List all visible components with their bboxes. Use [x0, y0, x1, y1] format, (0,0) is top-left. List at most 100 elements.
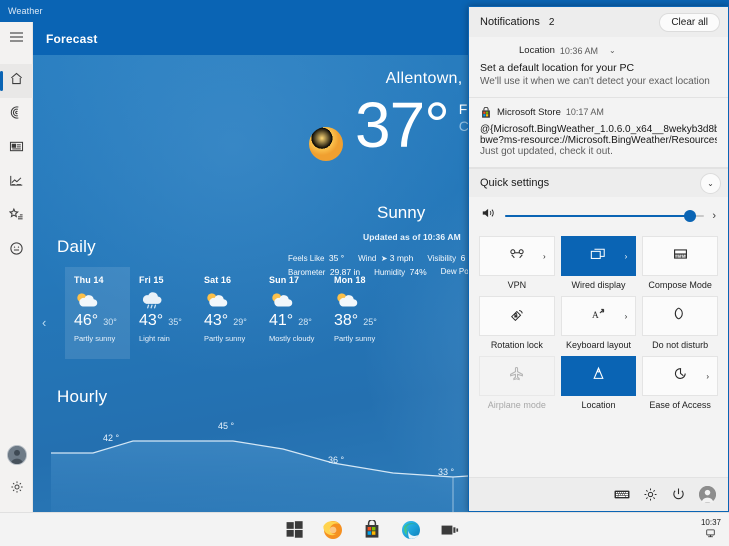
daily-card-1[interactable]: Fri 15 43° 35° Light rain: [130, 267, 195, 359]
wired-display-button[interactable]: ›: [560, 236, 637, 276]
input-indicator-icon[interactable]: [706, 528, 716, 542]
start-button[interactable]: [283, 519, 305, 541]
day-temps: 43° 29°: [204, 312, 260, 330]
page-title: Forecast: [46, 31, 98, 46]
collapse-chevron-icon[interactable]: ⌄: [700, 172, 721, 194]
chevron-right-icon[interactable]: ›: [543, 252, 546, 261]
notification-title: @{Microsoft.BingWeather_1.0.6.0_x64__8we…: [480, 124, 717, 135]
rotation-lock-icon: [509, 307, 525, 326]
day-temps: 41° 28°: [269, 312, 325, 330]
chevron-right-icon[interactable]: ›: [706, 372, 709, 381]
navigation-sidebar: [0, 22, 33, 512]
rotation-lock-button[interactable]: [479, 296, 555, 336]
sidebar-item-forecast[interactable]: [0, 64, 33, 98]
power-icon[interactable]: [671, 487, 686, 502]
day-temps: 43° 35°: [139, 312, 195, 330]
task-view-button[interactable]: [439, 519, 461, 541]
sidebar-item-favorites[interactable]: [0, 200, 33, 234]
settings-gear-icon[interactable]: [643, 487, 658, 502]
hamburger-menu[interactable]: [0, 22, 33, 56]
notification-header: Location 10:36 AM ⌄: [480, 45, 717, 56]
airplane-mode-button[interactable]: [479, 356, 555, 396]
day-label: Sat 16: [204, 275, 232, 285]
quick-tile-location[interactable]: Location: [560, 356, 637, 410]
hourly-label-3: 33 °: [438, 467, 455, 477]
news-icon: [9, 140, 24, 158]
chevron-right-icon[interactable]: ›: [625, 252, 628, 261]
detail-dew-point: Dew Poi: [440, 267, 471, 276]
daily-prev-button[interactable]: ‹: [42, 315, 46, 330]
sidebar-item-feedback[interactable]: [0, 234, 33, 268]
day-high: 41°: [269, 312, 294, 329]
do-not-disturb-button[interactable]: [642, 296, 718, 336]
location-button[interactable]: [560, 356, 637, 396]
keyboard-layout-button[interactable]: A ›: [560, 296, 637, 336]
quick-tile-keyboard-layout[interactable]: A › Keyboard layout: [560, 296, 637, 350]
quick-tile-compose-mode[interactable]: Compose Mode: [642, 236, 718, 290]
quick-tile-wired-display[interactable]: › Wired display: [560, 236, 637, 290]
chevron-right-icon[interactable]: ›: [625, 312, 628, 321]
quick-settings-footer: [469, 477, 728, 511]
notification-item-store[interactable]: Microsoft Store 10:17 AM @{Microsoft.Bin…: [469, 98, 728, 168]
daily-forecast-strip: Thu 14 46° 30° Partly sunny Fri 15 43° 3…: [65, 267, 390, 359]
notifications-count: 2: [548, 16, 555, 28]
quick-tile-airplane-mode[interactable]: Airplane mode: [479, 356, 555, 410]
day-description: Partly sunny: [74, 334, 116, 343]
screen: Weather – ✕: [0, 0, 729, 546]
vpn-button[interactable]: ›: [479, 236, 555, 276]
compose-mode-button[interactable]: [642, 236, 718, 276]
notifications-list: Location 10:36 AM ⌄ Set a default locati…: [469, 37, 728, 168]
keyboard-icon[interactable]: [614, 489, 630, 500]
taskbar-clock[interactable]: 10:37: [701, 518, 721, 529]
hourly-label-1: 45 °: [218, 421, 235, 431]
volume-expand-chevron-icon[interactable]: ›: [712, 210, 716, 222]
quick-settings-title: Quick settings: [480, 177, 550, 189]
volume-slider[interactable]: [505, 209, 705, 222]
sidebar-account-avatar[interactable]: [0, 438, 33, 472]
microsoft-store-taskbar-button[interactable]: [361, 519, 383, 541]
ease-of-access-button[interactable]: ›: [642, 356, 718, 396]
taskbar-system-tray[interactable]: 10:37: [701, 518, 721, 542]
gear-icon: [10, 480, 24, 499]
notification-body: We'll use it when we can't detect your e…: [480, 76, 710, 87]
quick-tile-vpn[interactable]: › VPN: [479, 236, 555, 290]
daily-card-0[interactable]: Thu 14 46° 30° Partly sunny: [65, 267, 130, 359]
detail-wind: Wind ➤ 3 mph: [358, 253, 414, 263]
daily-card-4[interactable]: Mon 18 38° 25° Partly sunny: [325, 267, 390, 359]
tile-label: Wired display: [571, 280, 626, 290]
quick-tile-ease-of-access[interactable]: › Ease of Access: [642, 356, 718, 410]
radar-icon: [9, 105, 24, 125]
chevron-down-icon[interactable]: ⌄: [609, 46, 616, 55]
detail-visibility: Visibility 6: [427, 253, 466, 263]
firefox-taskbar-button[interactable]: [322, 519, 344, 541]
notification-header: Microsoft Store 10:17 AM: [480, 106, 717, 118]
quick-settings-header: Quick settings ⌄: [469, 168, 728, 197]
day-low: 29°: [233, 317, 247, 327]
day-temps: 46° 30°: [74, 312, 130, 330]
volume-knob[interactable]: [684, 209, 697, 222]
day-low: 35°: [168, 317, 182, 327]
sidebar-item-news[interactable]: [0, 132, 33, 166]
volume-row: ›: [479, 206, 718, 225]
volume-icon[interactable]: [481, 206, 497, 225]
notification-item-location[interactable]: Location 10:36 AM ⌄ Set a default locati…: [469, 37, 728, 98]
hamburger-icon: [9, 30, 24, 48]
sidebar-bottom-group: [0, 438, 33, 506]
notifications-title: Notifications: [480, 16, 540, 28]
quick-tile-do-not-disturb[interactable]: Do not disturb: [642, 296, 718, 350]
tile-label: Compose Mode: [648, 280, 712, 290]
sidebar-item-historical[interactable]: [0, 166, 33, 200]
daily-card-3[interactable]: Sun 17 41° 28° Mostly cloudy: [260, 267, 325, 359]
keyboard-layout-icon: A: [591, 307, 606, 326]
clear-all-button[interactable]: Clear all: [659, 12, 720, 32]
daily-card-2[interactable]: Sat 16 43° 29° Partly sunny: [195, 267, 260, 359]
sidebar-item-settings[interactable]: [0, 472, 33, 506]
quick-tile-rotation-lock[interactable]: Rotation lock: [479, 296, 555, 350]
notifications-header: Notifications 2 Clear all: [469, 7, 728, 37]
sidebar-item-maps[interactable]: [0, 98, 33, 132]
edge-taskbar-button[interactable]: [400, 519, 422, 541]
favorites-icon: [8, 207, 24, 227]
notification-time: 10:17 AM: [565, 107, 604, 117]
account-icon[interactable]: [699, 486, 716, 503]
day-label: Mon 18: [334, 275, 366, 285]
